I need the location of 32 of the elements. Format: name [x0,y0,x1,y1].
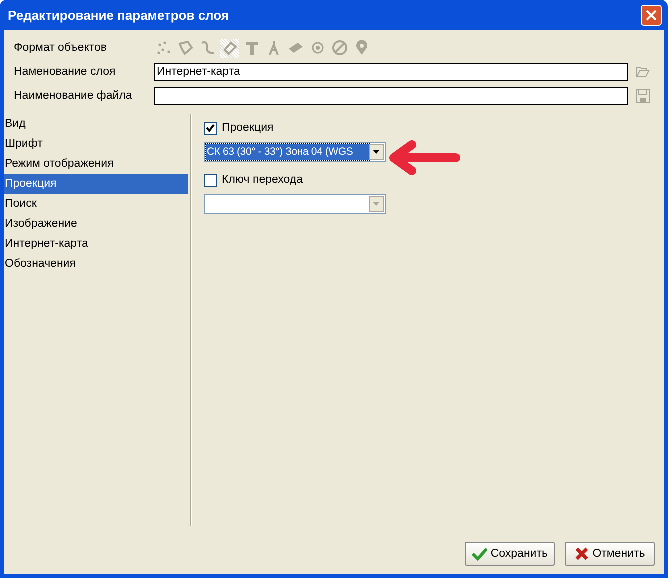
input-field[interactable]: Интернет-карта [154,63,628,81]
field-label: Формат объектов [14,42,108,54]
check-icon [472,547,487,561]
input-field[interactable] [154,87,628,105]
checkbox-label: Проекция [222,122,274,134]
tool-button[interactable] [220,38,239,58]
save-button[interactable]: Сохранить [465,542,555,566]
caret-icon [373,202,380,206]
folder-icon[interactable] [636,66,650,78]
sidebar-item[interactable]: Поиск [4,194,188,214]
close-icon [646,10,657,20]
sidebar-item[interactable]: Проекция [4,174,188,194]
checkbox[interactable] [204,122,217,134]
dropdown[interactable]: СК 63 (30° - 33°) Зона 04 (WGS [204,142,386,162]
close-button[interactable] [641,4,662,26]
cancel-button[interactable]: Отменить [565,542,655,566]
checkbox[interactable] [204,174,217,186]
sidebar-item[interactable]: Вид [4,114,188,134]
caret-icon [373,150,380,154]
sidebar-item[interactable]: Изображение [4,214,188,234]
field-label: Наменование слоя [14,66,117,78]
window-title: Редактирование параметров слоя [8,8,229,22]
tool-button[interactable] [176,38,195,58]
arrow-annotation [388,140,460,176]
sidebar-item[interactable]: Режим отображения [4,154,188,174]
sidebar-item[interactable]: Интернет-карта [4,234,188,254]
sidebar-item[interactable]: Шрифт [4,134,188,154]
field-label: Наименование файла [14,90,134,102]
sidebar-item[interactable]: Обозначения [4,254,188,274]
checkbox-label: Ключ перехода [222,174,303,186]
tool-button[interactable] [330,38,349,58]
cross-icon [574,547,589,561]
